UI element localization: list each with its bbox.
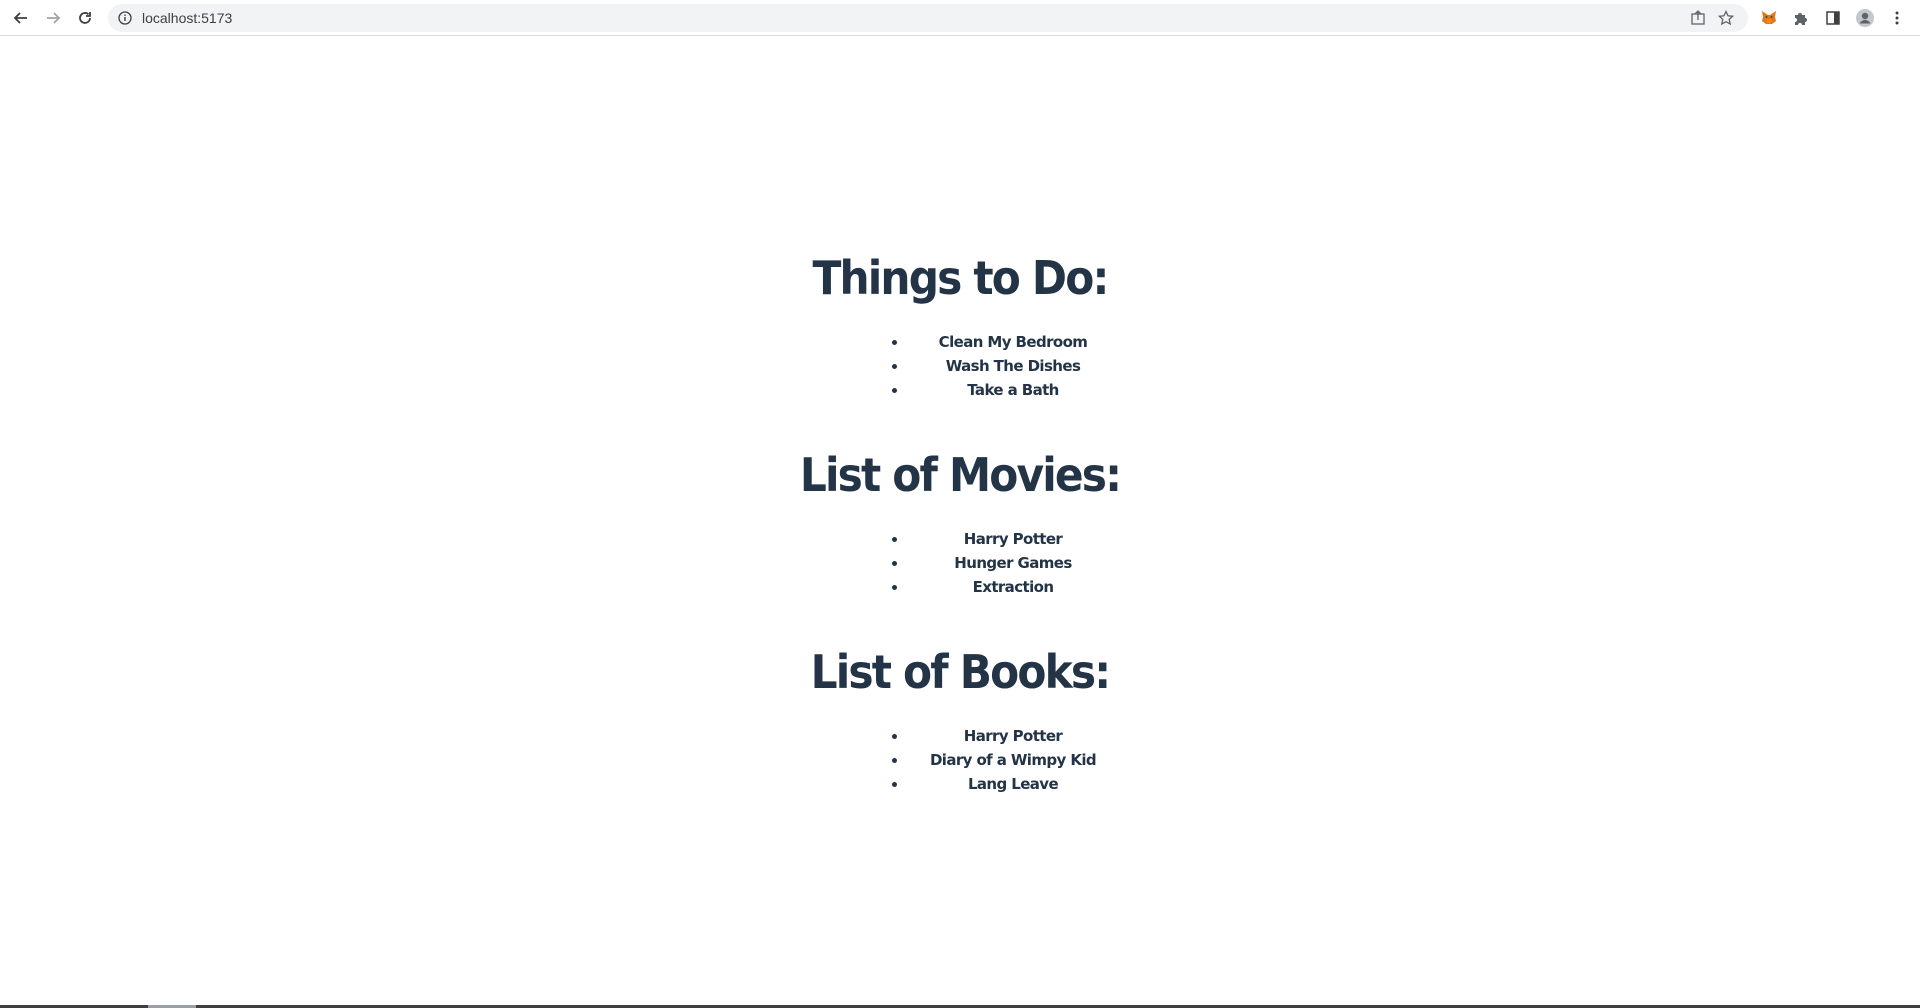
profile-avatar-icon bbox=[1856, 9, 1874, 27]
reload-button[interactable] bbox=[73, 6, 97, 30]
section-title: List of Movies: bbox=[799, 448, 1122, 502]
metamask-extension[interactable] bbox=[1759, 8, 1779, 28]
address-bar[interactable]: localhost:5173 bbox=[108, 4, 1748, 32]
url-text[interactable]: localhost:5173 bbox=[142, 10, 232, 26]
extensions-puzzle-icon bbox=[1795, 13, 1807, 25]
books-list: Harry Potter Diary of a Wimpy Kid Lang L… bbox=[830, 724, 1118, 796]
forward-arrow-icon bbox=[47, 12, 61, 24]
share-icon[interactable] bbox=[1690, 10, 1706, 26]
side-panel-button[interactable] bbox=[1823, 8, 1843, 28]
back-arrow-icon bbox=[13, 12, 27, 24]
list-item: Harry Potter bbox=[908, 724, 1118, 748]
section-title: List of Books: bbox=[810, 645, 1112, 699]
list-item: Extraction bbox=[908, 575, 1118, 599]
list-item: Hunger Games bbox=[908, 551, 1118, 575]
kebab-menu-icon bbox=[1895, 11, 1899, 25]
page-content: Things to Do: Clean My Bedroom Wash The … bbox=[0, 36, 1920, 1005]
movies-section: List of Movies: Harry Potter Hunger Game… bbox=[760, 445, 1160, 599]
things-to-do-section: Things to Do: Clean My Bedroom Wash The … bbox=[760, 248, 1160, 402]
side-panel-icon bbox=[1826, 11, 1840, 25]
profile-button[interactable] bbox=[1855, 8, 1875, 28]
metamask-fox-icon bbox=[1762, 11, 1776, 24]
books-section: List of Books: Harry Potter Diary of a W… bbox=[760, 642, 1160, 796]
list-item: Clean My Bedroom bbox=[908, 330, 1118, 354]
extensions-button[interactable] bbox=[1791, 8, 1811, 28]
list-item: Take a Bath bbox=[908, 378, 1118, 402]
star-icon[interactable] bbox=[1718, 10, 1734, 26]
forward-button[interactable] bbox=[41, 6, 65, 30]
todo-list: Clean My Bedroom Wash The Dishes Take a … bbox=[830, 330, 1118, 402]
list-item: Harry Potter bbox=[908, 527, 1118, 551]
list-item: Diary of a Wimpy Kid bbox=[908, 748, 1118, 772]
list-item: Lang Leave bbox=[908, 772, 1118, 796]
section-title: Things to Do: bbox=[812, 251, 1109, 305]
list-item: Wash The Dishes bbox=[908, 354, 1118, 378]
reload-icon bbox=[79, 12, 91, 24]
browser-menu-button[interactable] bbox=[1887, 8, 1907, 28]
browser-toolbar: localhost:5173 bbox=[0, 0, 1920, 36]
movies-list: Harry Potter Hunger Games Extraction bbox=[830, 527, 1118, 599]
info-icon[interactable] bbox=[118, 11, 132, 25]
back-button[interactable] bbox=[9, 6, 33, 30]
